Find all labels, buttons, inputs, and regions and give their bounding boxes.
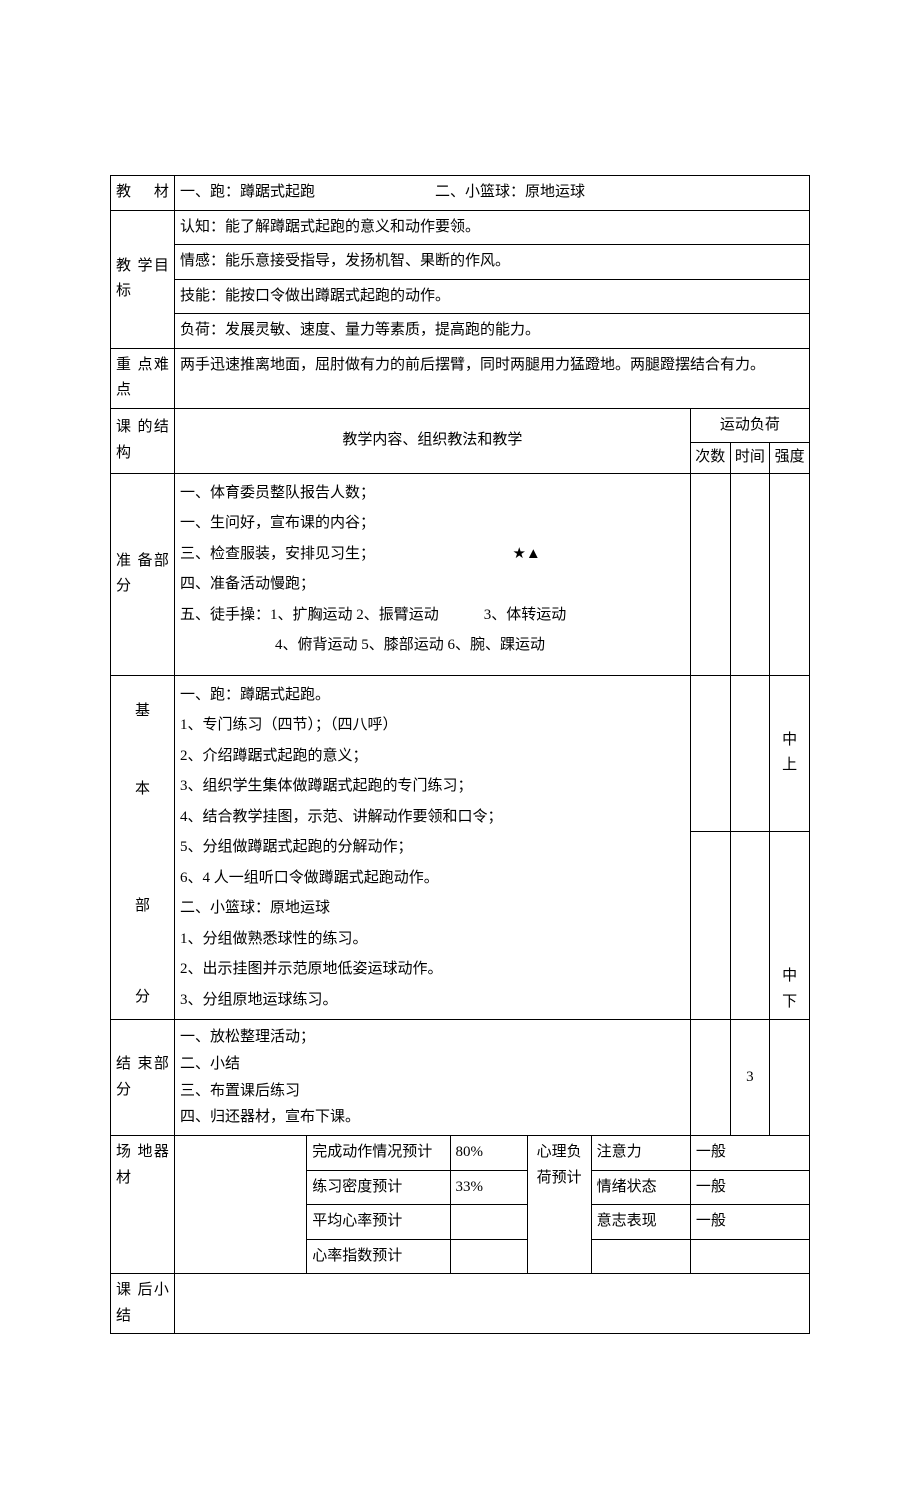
prep-line-6: 4、俯背运动 5、膝部运动 6、腕、踝运动: [180, 630, 685, 661]
main-label-4: 分: [111, 981, 175, 1020]
est-density-value: 33%: [450, 1170, 527, 1205]
main-time-1: [730, 675, 770, 832]
main-times-2: [690, 832, 730, 1020]
prep-time: [730, 473, 770, 675]
est-heartrate-value: [450, 1205, 527, 1240]
psy-mood-value: 一般: [690, 1170, 809, 1205]
prep-times: [690, 473, 730, 675]
goal-label: 教 学目标: [111, 210, 175, 348]
main-line-8: 二、小篮球：原地运球: [180, 893, 685, 924]
main-line-10: 2、出示挂图并示范原地低姿运球动作。: [180, 954, 685, 985]
prep-line-7: 五、素质练习。: [180, 669, 685, 676]
est-heartrate-label: 平均心率预计: [307, 1205, 450, 1240]
end-intensity: [770, 1020, 810, 1136]
prep-line-2: 一、生问好，宣布课的内谷；: [180, 508, 685, 539]
psy-will-value: 一般: [690, 1205, 809, 1240]
main-intensity-2: 中下: [770, 832, 810, 1020]
end-times: [690, 1020, 730, 1136]
summary-content: [174, 1274, 809, 1334]
main-label-2: 本: [111, 749, 175, 832]
prep-line-4: 四、准备活动慢跑；: [180, 569, 685, 600]
psy-load-label: 心理负荷预计: [527, 1136, 591, 1274]
goal-load: 负荷：发展灵敏、速度、量力等素质，提高跑的能力。: [174, 314, 809, 349]
prep-intensity: [770, 473, 810, 675]
prep-line-3: 三、检查服装，安排见习生； ★▲: [180, 539, 685, 570]
est-action-label: 完成动作情况预计: [307, 1136, 450, 1171]
psy-empty-value: [690, 1239, 809, 1274]
load-header: 运动负荷: [690, 408, 809, 443]
prep-line-5: 五、徒手操：1、扩胸运动 2、振臂运动 3、体转运动: [180, 600, 685, 631]
psy-attention-value: 一般: [690, 1136, 809, 1171]
main-line-6: 5、分组做蹲踞式起跑的分解动作；: [180, 832, 685, 863]
main-line-7: 6、4 人一组听口令做蹲踞式起跑动作。: [180, 863, 685, 894]
main-intensity-1: 中上: [770, 675, 810, 832]
main-time-2: [730, 832, 770, 1020]
psy-mood-label: 情绪状态: [591, 1170, 690, 1205]
est-hrindex-label: 心率指数预计: [307, 1239, 450, 1274]
end-content: 一、放松整理活动； 二、小结 三、布置课后练习 四、归还器材，宣布下课。: [174, 1020, 690, 1136]
end-line-3: 三、布置课后练习: [180, 1078, 685, 1105]
field-label: 场 地器材: [111, 1136, 175, 1274]
main-line-4: 3、组织学生集体做蹲踞式起跑的专门练习；: [180, 771, 685, 802]
psy-attention-label: 注意力: [591, 1136, 690, 1171]
main-content: 一、跑：蹲踞式起跑。 1、专门练习（四节）；（四八呼） 2、介绍蹲踞式起跑的意义…: [174, 675, 690, 1020]
prep-content: 一、体育委员整队报告人数； 一、生问好，宣布课的内谷； 三、检查服装，安排见习生…: [174, 473, 690, 675]
main-line-1: 一、跑：蹲踞式起跑。: [180, 680, 685, 711]
end-line-1: 一、放松整理活动；: [180, 1024, 685, 1051]
content-header: 教学内容、组织教法和教学: [174, 408, 690, 473]
est-density-label: 练习密度预计: [307, 1170, 450, 1205]
material-text: 一、跑：蹲踞式起跑 二、小篮球：原地运球: [174, 176, 809, 211]
main-times-1: [690, 675, 730, 832]
field-content: [174, 1136, 306, 1274]
structure-label: 课 的结构: [111, 408, 175, 473]
main-label-1: 基: [111, 675, 175, 749]
lesson-plan-table: 教材 一、跑：蹲踞式起跑 二、小篮球：原地运球 教 学目标 认知：能了解蹲踞式起…: [110, 175, 810, 1334]
main-line-11: 3、分组原地运球练习。: [180, 985, 685, 1016]
material-label: 教材: [111, 176, 175, 211]
col-time: 时间: [730, 443, 770, 474]
end-time: 3: [730, 1020, 770, 1136]
psy-empty-label: [591, 1239, 690, 1274]
main-line-5: 4、结合教学挂图，示范、讲解动作要领和口令；: [180, 802, 685, 833]
est-action-value: 80%: [450, 1136, 527, 1171]
summary-label: 课 后小结: [111, 1274, 175, 1334]
star-triangle-icon: ★▲: [512, 546, 540, 562]
end-line-2: 二、小结: [180, 1051, 685, 1078]
main-line-3: 2、介绍蹲踞式起跑的意义；: [180, 741, 685, 772]
end-line-4: 四、归还器材，宣布下课。: [180, 1104, 685, 1131]
main-label-3: 部: [111, 832, 175, 982]
main-line-2: 1、专门练习（四节）；（四八呼）: [180, 710, 685, 741]
keypoint-text: 两手迅速推离地面，屈肘做有力的前后摆臂，同时两腿用力猛蹬地。两腿蹬摆结合有力。: [174, 348, 809, 408]
keypoint-label: 重 点难点: [111, 348, 175, 408]
goal-cognition: 认知：能了解蹲踞式起跑的意义和动作要领。: [174, 210, 809, 245]
goal-skill: 技能：能按口令做出蹲踞式起跑的动作。: [174, 279, 809, 314]
est-hrindex-value: [450, 1239, 527, 1274]
lesson-plan-page: 教材 一、跑：蹲踞式起跑 二、小篮球：原地运球 教 学目标 认知：能了解蹲踞式起…: [0, 0, 920, 1509]
psy-will-label: 意志表现: [591, 1205, 690, 1240]
prep-line-1: 一、体育委员整队报告人数；: [180, 478, 685, 509]
col-intensity: 强度: [770, 443, 810, 474]
prep-label: 准 备部分: [111, 473, 175, 675]
prep-line-3a: 三、检查服装，安排见习生；: [180, 546, 375, 562]
goal-emotion: 情感：能乐意接受指导，发扬机智、果断的作风。: [174, 245, 809, 280]
main-line-9: 1、分组做熟悉球性的练习。: [180, 924, 685, 955]
end-label: 结 束部分: [111, 1020, 175, 1136]
col-times: 次数: [690, 443, 730, 474]
